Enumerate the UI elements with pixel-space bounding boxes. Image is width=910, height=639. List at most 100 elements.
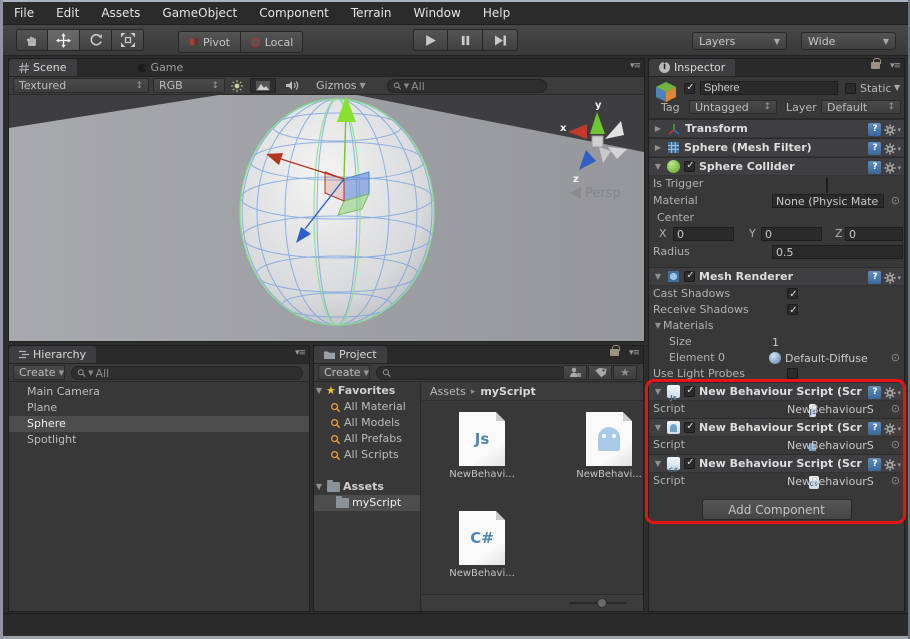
hierarchy-item-main-camera[interactable]: Main Camera [9,384,309,400]
materials-foldout[interactable]: ▼ Materials [649,318,904,334]
breadcrumb-root[interactable]: Assets [430,385,466,398]
tab-game[interactable]: Game [127,59,194,76]
panel-menu-icon[interactable]: ▾≡ [295,348,305,358]
lock-icon[interactable] [871,62,880,69]
component-sphere-collider[interactable]: ▼ Sphere Collider [649,157,904,176]
component-mesh-renderer[interactable]: ▼ Mesh Renderer [649,267,904,286]
light-probes-checkbox[interactable] [787,368,798,379]
object-picker-icon[interactable]: ⊙ [891,474,900,488]
favorite-all-material[interactable]: All Material [314,399,420,415]
component-enabled-checkbox[interactable] [684,458,695,469]
z-field[interactable]: 0 [845,227,903,241]
static-checkbox[interactable] [845,83,856,94]
panel-menu-icon[interactable]: ▾≡ [890,61,900,71]
receive-shadows-checkbox[interactable] [787,304,798,315]
layer-dropdown[interactable]: Default↕ [821,100,901,114]
hierarchy-item-spotlight[interactable]: Spotlight [9,432,309,448]
asset-cs-script[interactable]: C# NewBehavi... [446,511,518,579]
shading-dropdown[interactable]: Textured↕ [13,78,149,93]
x-field[interactable]: 0 [673,227,734,241]
object-picker-icon[interactable]: ⊙ [891,351,900,365]
assets-root[interactable]: ▼ Assets [314,479,420,495]
y-field[interactable]: 0 [761,227,822,241]
help-icon[interactable] [868,386,881,399]
project-search-input[interactable] [393,367,560,380]
component-transform[interactable]: ▶ Transform [649,119,904,138]
object-picker-icon[interactable]: ⊙ [891,438,900,452]
static-dropdown-icon[interactable]: ▼ [894,83,900,92]
pivot-button[interactable]: Pivot [178,31,241,53]
favorites-root[interactable]: ▼ ★ Favorites [314,383,420,399]
menu-edit[interactable]: Edit [45,6,90,20]
hierarchy-create-dropdown[interactable]: Create▼ [13,365,65,380]
slider-thumb[interactable] [597,598,607,608]
script-value[interactable]: NewBehaviourS [787,438,874,454]
search-by-type-button[interactable] [563,365,587,380]
object-picker-icon[interactable]: ⊙ [891,194,900,208]
cast-shadows-checkbox[interactable] [787,288,798,299]
panel-menu-icon[interactable]: ▾≡ [629,348,639,358]
scene-search-input[interactable] [411,80,541,93]
skybox-toggle[interactable] [250,78,276,93]
hierarchy-item-sphere[interactable]: Sphere [9,416,309,432]
menu-assets[interactable]: Assets [90,6,151,20]
help-icon[interactable] [868,458,881,471]
help-icon[interactable] [868,422,881,435]
asset-js-script[interactable]: Js NewBehavi... [446,412,518,480]
object-picker-icon[interactable]: ⊙ [891,402,900,416]
favorite-all-prefabs[interactable]: All Prefabs [314,431,420,447]
component-mesh-filter[interactable]: ▶ Sphere (Mesh Filter) [649,138,904,157]
favorite-all-scripts[interactable]: All Scripts [314,447,420,463]
layout-dropdown[interactable]: Wide▼ [801,32,896,50]
step-button[interactable] [483,29,518,51]
project-search[interactable] [376,366,566,380]
script-value[interactable]: NewBehaviourS [787,402,874,418]
help-icon[interactable] [868,161,881,174]
script-value[interactable]: NewBehaviourS [787,474,874,490]
material-field[interactable]: None (Physic Mate [772,194,884,208]
component-script-cs[interactable]: ▼ New Behaviour Script (Scr [649,454,904,473]
thumbnail-size-slider[interactable] [569,602,627,604]
gear-icon[interactable] [884,459,901,471]
panel-menu-icon[interactable]: ▾≡ [630,61,640,71]
gizmos-dropdown[interactable]: Gizmos▼ [311,78,375,93]
rotate-tool-button[interactable] [80,29,112,51]
hierarchy-search[interactable]: ▼ [71,366,303,380]
local-button[interactable]: Local [241,31,303,53]
pause-button[interactable] [448,29,483,51]
tab-scene[interactable]: Scene [9,59,77,76]
help-icon[interactable] [868,142,881,155]
menu-component[interactable]: Component [248,6,340,20]
menu-terrain[interactable]: Terrain [340,6,403,20]
hierarchy-search-input[interactable] [96,367,297,380]
gear-icon[interactable] [884,423,901,435]
gear-icon[interactable] [884,124,901,136]
menu-window[interactable]: Window [403,6,472,20]
component-script-boo[interactable]: ▼ New Behaviour Script (Scr [649,418,904,437]
is-trigger-checkbox[interactable] [826,178,828,193]
folder-myscript[interactable]: myScript [314,495,420,511]
layers-dropdown[interactable]: Layers▼ [692,32,787,50]
gear-icon[interactable] [884,143,901,155]
component-enabled-checkbox[interactable] [684,386,695,397]
asset-boo-script[interactable]: NewBehavi... [573,412,643,480]
play-button[interactable] [413,29,448,51]
component-enabled-checkbox[interactable] [684,271,695,282]
help-icon[interactable] [868,271,881,284]
scale-tool-button[interactable] [112,29,144,51]
menu-help[interactable]: Help [472,6,521,20]
gear-icon[interactable] [884,272,901,284]
scene-search[interactable]: ▼ [387,79,547,93]
tab-hierarchy[interactable]: Hierarchy [9,346,96,363]
component-script-js[interactable]: ▼ New Behaviour Script (Scr [649,382,904,401]
search-by-label-button[interactable] [588,365,612,380]
add-component-button[interactable]: Add Component [702,499,852,520]
favorite-all-models[interactable]: All Models [314,415,420,431]
help-icon[interactable] [868,123,881,136]
breadcrumb-current[interactable]: myScript [480,385,535,398]
active-checkbox[interactable] [684,83,695,94]
gear-icon[interactable] [884,387,901,399]
gear-icon[interactable] [884,162,901,174]
component-enabled-checkbox[interactable] [684,422,695,433]
audio-toggle[interactable] [280,78,304,93]
